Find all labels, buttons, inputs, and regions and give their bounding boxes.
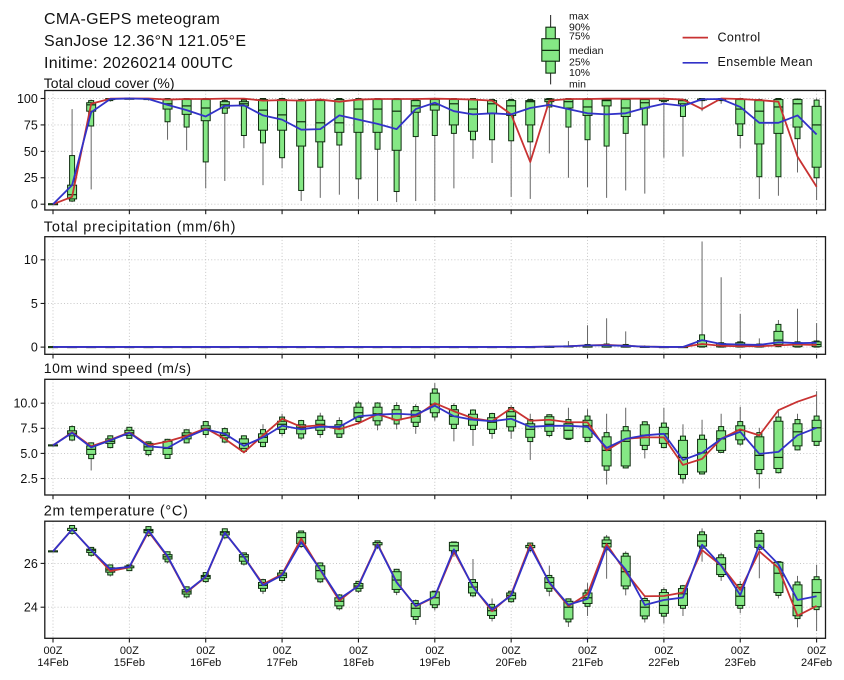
svg-text:00Z: 00Z (120, 645, 139, 657)
svg-text:max: max (569, 11, 590, 23)
svg-text:24Feb: 24Feb (801, 657, 832, 669)
svg-text:0: 0 (31, 341, 38, 355)
svg-text:Initime: 20260214 00UTC: Initime: 20260214 00UTC (44, 55, 233, 72)
svg-text:5: 5 (31, 297, 38, 311)
svg-text:SanJose 12.36°N 121.05°E: SanJose 12.36°N 121.05°E (44, 33, 246, 50)
svg-text:Total precipitation (mm/6h): Total precipitation (mm/6h) (44, 219, 236, 235)
svg-text:19Feb: 19Feb (419, 657, 450, 669)
svg-text:10m wind speed (m/s): 10m wind speed (m/s) (44, 360, 192, 376)
svg-text:00Z: 00Z (578, 645, 597, 657)
svg-text:16Feb: 16Feb (190, 657, 221, 669)
svg-text:10.0: 10.0 (13, 397, 37, 411)
svg-text:0: 0 (31, 198, 38, 212)
svg-text:18Feb: 18Feb (343, 657, 374, 669)
svg-text:00Z: 00Z (196, 645, 215, 657)
svg-text:24: 24 (24, 601, 38, 615)
svg-text:20Feb: 20Feb (496, 657, 527, 669)
svg-text:Total cloud cover (%): Total cloud cover (%) (44, 75, 175, 91)
svg-text:00Z: 00Z (502, 645, 521, 657)
svg-text:median: median (569, 45, 604, 57)
svg-text:50: 50 (24, 145, 38, 159)
svg-text:00Z: 00Z (349, 645, 368, 657)
svg-text:00Z: 00Z (731, 645, 750, 657)
svg-text:CMA-GEPS meteogram: CMA-GEPS meteogram (44, 11, 220, 28)
svg-text:7.5: 7.5 (20, 422, 37, 436)
svg-text:21Feb: 21Feb (572, 657, 603, 669)
svg-text:100: 100 (17, 92, 38, 106)
svg-text:17Feb: 17Feb (266, 657, 297, 669)
svg-text:00Z: 00Z (807, 645, 826, 657)
svg-text:Ensemble Mean: Ensemble Mean (718, 55, 814, 69)
svg-text:00Z: 00Z (425, 645, 444, 657)
svg-text:23Feb: 23Feb (725, 657, 756, 669)
svg-text:26: 26 (24, 557, 38, 571)
svg-text:00Z: 00Z (44, 645, 63, 657)
svg-text:00Z: 00Z (273, 645, 292, 657)
svg-text:Control: Control (718, 31, 761, 45)
svg-text:22Feb: 22Feb (648, 657, 679, 669)
svg-text:2m temperature (°C): 2m temperature (°C) (44, 503, 189, 519)
svg-text:75: 75 (24, 118, 38, 132)
svg-text:25: 25 (24, 171, 38, 185)
svg-text:00Z: 00Z (654, 645, 673, 657)
svg-text:min: min (569, 78, 586, 90)
svg-text:14Feb: 14Feb (37, 657, 68, 669)
svg-text:10: 10 (24, 253, 38, 267)
svg-text:5.0: 5.0 (20, 447, 37, 461)
svg-text:15Feb: 15Feb (114, 657, 145, 669)
svg-text:10%: 10% (569, 67, 590, 79)
svg-text:75%: 75% (569, 31, 590, 43)
svg-text:2.5: 2.5 (20, 472, 37, 486)
